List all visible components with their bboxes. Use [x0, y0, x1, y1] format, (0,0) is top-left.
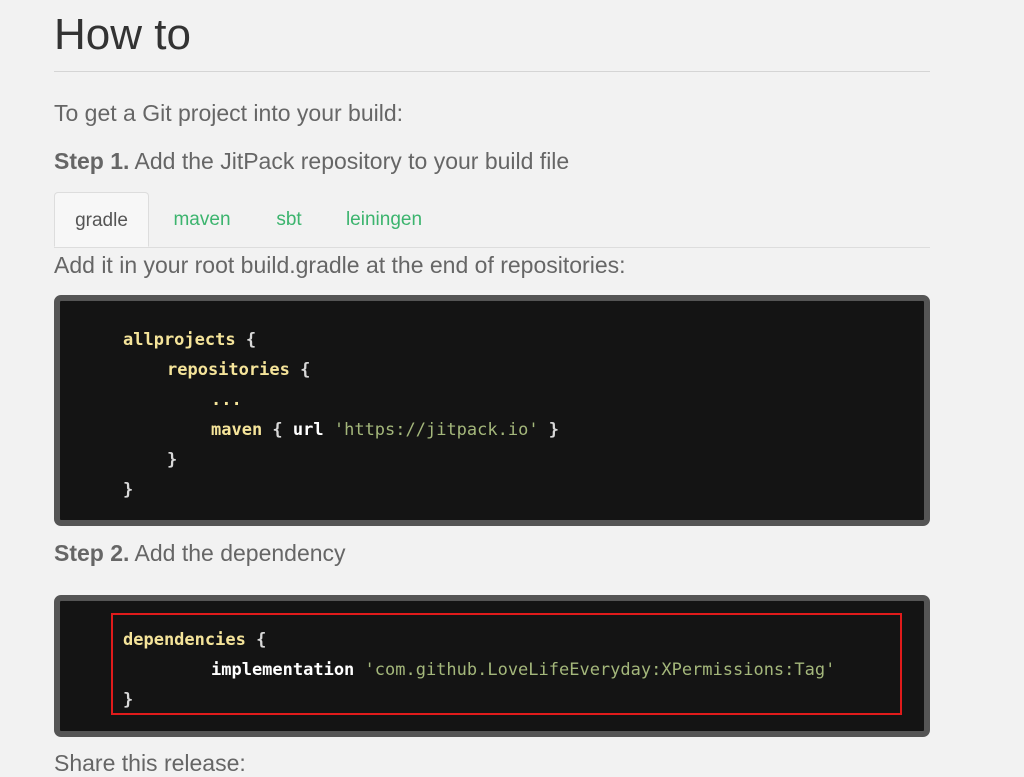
code-line: maven { url 'https://jitpack.io' }: [211, 415, 559, 445]
code-line: implementation 'com.github.LoveLifeEvery…: [211, 655, 835, 685]
code-line: repositories {: [167, 355, 310, 385]
tab-gradle[interactable]: gradle: [54, 192, 149, 247]
code-string: 'https://jitpack.io': [323, 420, 539, 440]
tab-maven[interactable]: maven: [157, 192, 247, 247]
dependency-code-block: dependencies { implementation 'com.githu…: [54, 595, 930, 737]
step-2-heading: Step 2. Add the dependency: [54, 540, 346, 567]
repository-code-block: allprojects { repositories { ... maven {…: [54, 295, 930, 526]
code-identifier: url: [292, 420, 324, 440]
code-brace: {: [235, 330, 257, 350]
tab-sbt[interactable]: sbt: [259, 192, 319, 247]
code-line: dependencies {: [123, 625, 266, 655]
code-brace: {: [245, 630, 267, 650]
code-brace: }: [123, 690, 134, 710]
code-identifier: implementation: [211, 660, 355, 680]
step-1-text: Add the JitPack repository to your build…: [129, 148, 570, 174]
gradle-hint: Add it in your root build.gradle at the …: [54, 252, 626, 278]
code-keyword: maven: [211, 420, 263, 440]
build-tool-tabs: gradle maven sbt leiningen: [54, 192, 930, 248]
step-2-text: Add the dependency: [129, 540, 346, 566]
code-string: 'com.github.LoveLifeEveryday:XPermission…: [354, 660, 836, 680]
code-line: }: [123, 685, 133, 715]
code-keyword: allprojects: [123, 330, 236, 350]
intro-text: To get a Git project into your build:: [54, 100, 404, 126]
code-keyword: dependencies: [123, 630, 246, 650]
code-line: }: [167, 445, 177, 475]
step-1-label: Step 1.: [54, 148, 130, 174]
code-line: allprojects {: [123, 325, 256, 355]
code-keyword: repositories: [167, 360, 290, 380]
code-keyword: ...: [211, 390, 242, 410]
code-line: ...: [211, 385, 242, 415]
code-brace: {: [262, 420, 293, 440]
page-title: How to: [54, 10, 191, 59]
code-brace: {: [289, 360, 311, 380]
code-brace: }: [538, 420, 560, 440]
tab-leiningen[interactable]: leiningen: [329, 192, 439, 247]
title-divider: [54, 71, 930, 72]
step-2-label: Step 2.: [54, 540, 130, 566]
step-1-heading: Step 1. Add the JitPack repository to yo…: [54, 148, 569, 175]
code-brace: }: [123, 480, 134, 500]
code-brace: }: [167, 450, 178, 470]
code-line: }: [123, 475, 133, 505]
